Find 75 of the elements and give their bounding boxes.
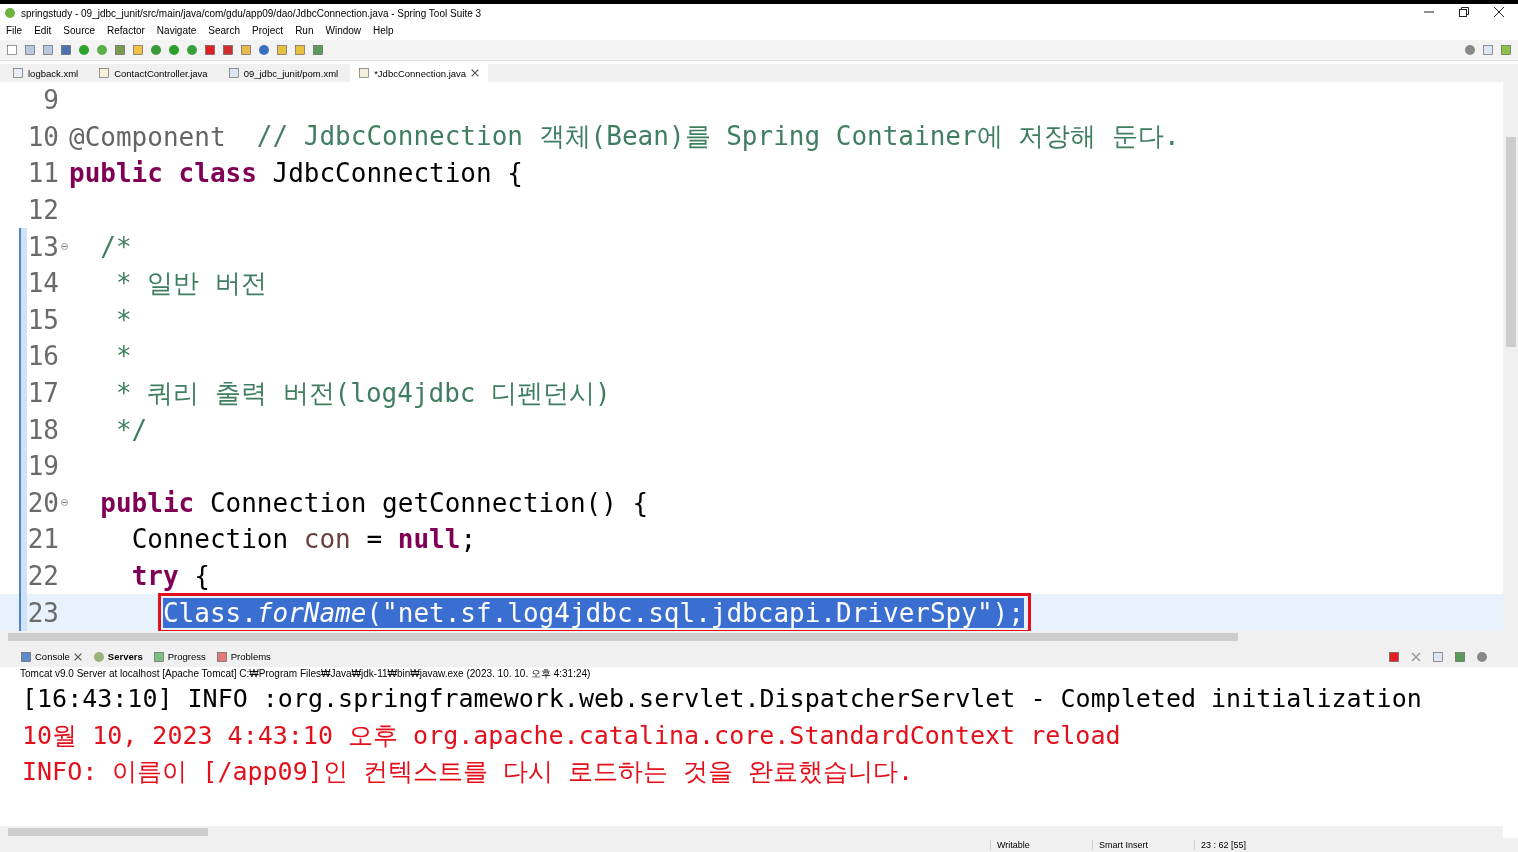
line-number: 23: [27, 597, 59, 628]
line-number: 18: [27, 414, 59, 445]
stop-icon[interactable]: [204, 44, 216, 56]
console-line: INFO: 이름이 [/app09]인 컨텍스트를 다시 로드하는 것을 완료했습니다.: [22, 756, 915, 789]
new-file-icon[interactable]: [6, 44, 18, 56]
code-text: // JdbcConnection 객체(Bean)를 Spring Container에 저장해 둔다.: [255, 120, 1180, 154]
console-line: 10월 10, 2023 4:43:10 오후 org.apache.catalina.core.StandardContext reload: [22, 719, 1122, 752]
code-text: Class.: [162, 597, 257, 628]
code-text: try: [131, 561, 179, 591]
code-text: *: [115, 341, 132, 372]
editor-tab[interactable]: logback.xml: [4, 64, 87, 82]
line-number: 12: [27, 195, 59, 226]
menu-item[interactable]: Run: [295, 24, 314, 36]
code-text: =: [365, 524, 384, 555]
view-tab[interactable]: Progress: [152, 650, 206, 663]
line-number: 10: [27, 121, 59, 152]
line-number: 19: [27, 451, 59, 482]
code-text: null: [397, 524, 461, 555]
code-text: con: [303, 524, 351, 555]
code-text: /*: [100, 231, 132, 262]
line-number: 14: [27, 268, 59, 299]
app-logo-icon: [4, 7, 16, 19]
line-number: 21: [27, 524, 59, 555]
code-text: Connection getConnection() {: [208, 487, 649, 518]
code-text: Connection: [131, 524, 290, 555]
fold-icon[interactable]: [60, 499, 68, 507]
line-number: 15: [27, 304, 59, 335]
fold-icon[interactable]: [60, 243, 68, 251]
code-text: */: [115, 414, 148, 445]
menu-item[interactable]: Edit: [34, 24, 52, 36]
view-tab[interactable]: Console: [20, 650, 83, 663]
line-number: 9: [42, 85, 59, 116]
menu-item[interactable]: Window: [325, 24, 362, 36]
code-text: class: [177, 158, 257, 189]
status-text: Smart Insert: [1092, 840, 1194, 850]
remove-icon[interactable]: [1410, 650, 1422, 663]
code-text: public: [69, 158, 163, 189]
menu-item[interactable]: Help: [373, 24, 394, 36]
maximize-icon[interactable]: [1459, 7, 1469, 17]
stop-icon[interactable]: [1388, 650, 1400, 663]
status-text: Writable: [990, 840, 1092, 850]
menu-item[interactable]: Navigate: [156, 24, 197, 36]
code-text: @Component: [69, 121, 226, 152]
view-tab[interactable]: Servers: [92, 650, 143, 663]
menu-item[interactable]: Refactor: [107, 24, 145, 36]
line-number: 16: [27, 341, 59, 372]
code-text: {: [193, 561, 210, 591]
code-text: JdbcConnection {: [271, 158, 523, 189]
view-tab[interactable]: Problems: [215, 650, 271, 663]
code-text: *: [115, 304, 132, 335]
console-info: Tomcat v9.0 Server at localhost [Apache Tomcat] C:₩Program Files₩Java₩jdk-11₩bin₩javaw.exe (2023. 10. 10. 오후 4:31:24): [19, 666, 592, 681]
close-icon[interactable]: [1494, 7, 1504, 17]
editor-tab[interactable]: ContactController.java: [90, 64, 216, 82]
editor-tab[interactable]: *JdbcConnection.java: [350, 64, 489, 82]
menu-item[interactable]: File: [6, 24, 23, 36]
code-text: * 일반 버전: [115, 266, 267, 300]
window-title: springstudy - 09_jdbc_junit/src/main/java/com/gdu/app09/dao/JdbcConnection.java - Spring Tool Suite 3: [21, 7, 482, 19]
code-text: ("net.sf.log4jdbc.sql.jdbcapi.DriverSpy");: [366, 597, 1024, 628]
horizontal-scrollbar[interactable]: [0, 826, 1503, 838]
menu-item[interactable]: Project: [252, 24, 284, 36]
status-text: 23 : 62 [55]: [1194, 840, 1296, 850]
editor-tab[interactable]: 09_jdbc_junit/pom.xml: [219, 64, 347, 82]
code-text: ;: [460, 524, 477, 555]
line-number: 11: [27, 158, 59, 189]
line-number: 13: [27, 231, 59, 262]
line-number: 17: [27, 378, 59, 409]
code-text: * 쿼리 출력 버전(log4jdbc 디펜던시): [115, 376, 611, 410]
code-text: public: [100, 487, 195, 518]
code-text: forName: [256, 597, 367, 628]
menu-item[interactable]: Search: [208, 24, 240, 36]
line-number: 20: [27, 487, 59, 518]
console-line: [16:43:10] INFO :org.springframework.web.servlet.DispatcherServlet - Completed initialization: [22, 682, 1423, 715]
menu-item[interactable]: Source: [63, 24, 96, 36]
close-icon[interactable]: [470, 67, 481, 79]
line-number: 22: [27, 561, 59, 591]
